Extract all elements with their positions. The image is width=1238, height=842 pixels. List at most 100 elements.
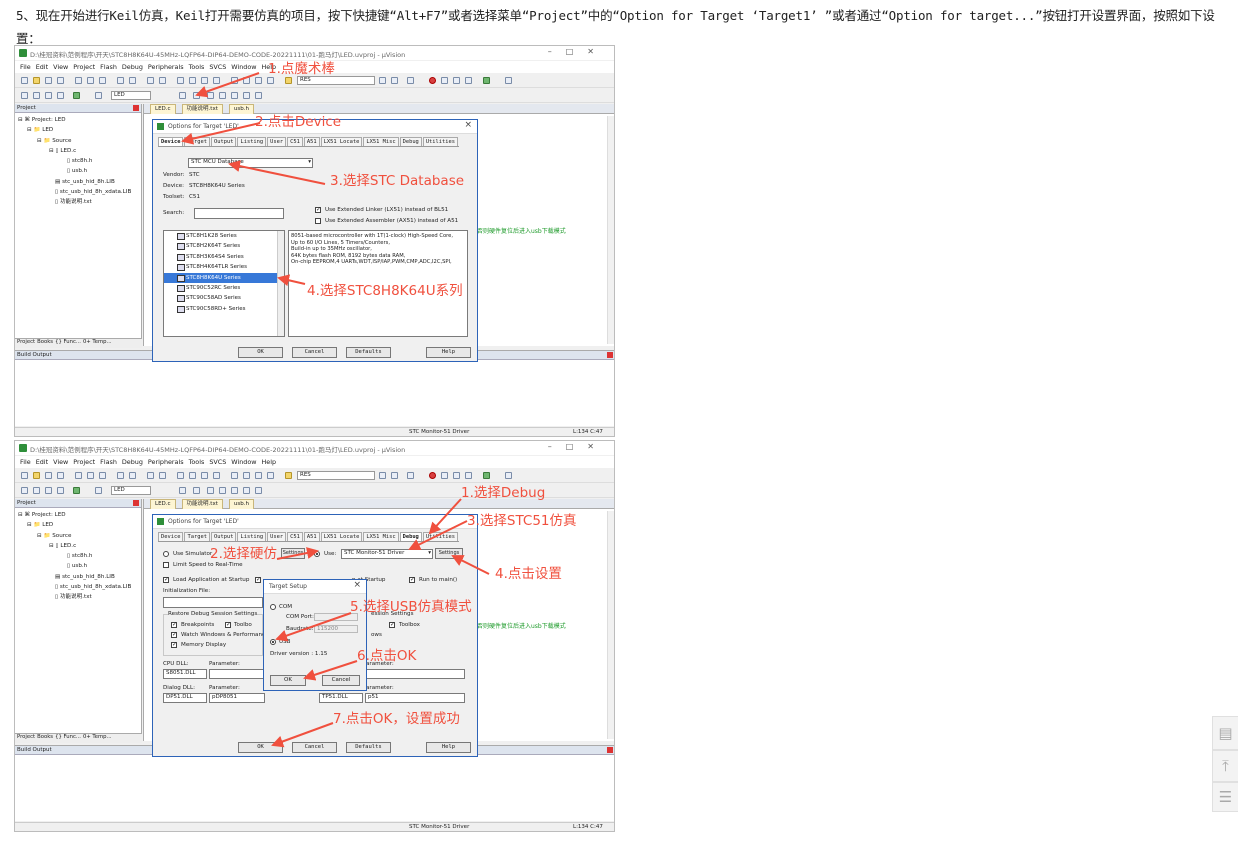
copy-icon[interactable]	[87, 77, 94, 84]
batch-build-icon[interactable]	[57, 92, 64, 99]
menu-peripherals[interactable]: Peripherals	[148, 458, 184, 466]
enable-breakpoints-icon[interactable]	[465, 472, 472, 479]
copy-icon[interactable]	[87, 472, 94, 479]
find-combo[interactable]: RES	[297, 471, 375, 480]
menu-flash[interactable]: Flash	[100, 458, 117, 466]
nav-forward-icon[interactable]	[159, 77, 166, 84]
indent-icon[interactable]	[231, 472, 238, 479]
new-file-icon[interactable]	[21, 77, 28, 84]
tab-lx51-misc[interactable]: LX51 Misc	[363, 532, 399, 541]
tree-item[interactable]: ⊟ ⌘ Project: LED	[15, 510, 141, 520]
close-icon[interactable]	[607, 352, 613, 358]
tab-books[interactable]: Books	[37, 339, 53, 345]
editor-tab-readme[interactable]: 功能说明.txt	[181, 499, 223, 509]
find-icon[interactable]	[379, 77, 386, 84]
tab-project[interactable]: Project	[17, 339, 35, 345]
open-folder-icon[interactable]	[33, 472, 40, 479]
tab-lx51-misc[interactable]: LX51 Misc	[363, 137, 399, 146]
tree-item[interactable]: ▯ usb.h	[15, 561, 141, 571]
comment-toggle-icon[interactable]	[255, 77, 262, 84]
nav-back-icon[interactable]	[147, 77, 154, 84]
bookmark-clear-icon[interactable]	[213, 77, 220, 84]
translate-icon[interactable]	[21, 487, 28, 494]
download-icon[interactable]	[73, 92, 80, 99]
bookmark-icon[interactable]	[177, 472, 184, 479]
undo-icon[interactable]	[117, 472, 124, 479]
usb-radio[interactable]	[270, 639, 276, 645]
file-extensions-icon[interactable]	[207, 487, 214, 494]
find-combo[interactable]: RES	[297, 76, 375, 85]
baudrate-select[interactable]: 115200	[314, 625, 358, 633]
tab-user[interactable]: User	[267, 532, 287, 541]
menu-help[interactable]: Help	[261, 458, 276, 466]
cpu-dll-input[interactable]: S8051.DLL	[163, 669, 207, 679]
watch-checkbox[interactable]: ✓	[171, 632, 177, 638]
rebuild-icon[interactable]	[45, 92, 52, 99]
tree-item[interactable]: ⊟ ▯ LED.c	[15, 541, 141, 551]
list-item-selected[interactable]: STC8H8K64U Series	[164, 272, 284, 284]
menu-debug[interactable]: Debug	[122, 63, 143, 71]
driver-settings-button[interactable]: Settings	[435, 548, 463, 559]
tp-dll-input[interactable]: TP51.DLL	[319, 693, 363, 703]
tab-a51[interactable]: A51	[303, 137, 320, 146]
tab-output[interactable]: Output	[210, 137, 237, 146]
tab-templates[interactable]: 0+ Temp...	[83, 339, 112, 345]
close-icon[interactable]	[133, 500, 139, 506]
list-item[interactable]: STC90C52RC Series	[164, 283, 284, 293]
tab-functions[interactable]: {} Func...	[55, 734, 81, 740]
search-input[interactable]	[194, 208, 284, 219]
pack-installer-icon[interactable]	[243, 92, 250, 99]
defaults-button[interactable]: Defaults	[346, 347, 391, 358]
list-item[interactable]: STC8H1K28 Series	[164, 231, 284, 241]
close-icon[interactable]: ×	[464, 119, 472, 132]
list-item[interactable]: STC90C58AD Series	[164, 293, 284, 303]
tree-item[interactable]: ⊟ ▯ LED.c	[15, 146, 141, 156]
find-icon[interactable]	[379, 472, 386, 479]
editor-scrollbar[interactable]	[607, 511, 614, 739]
run-to-main-checkbox[interactable]: ✓	[409, 577, 415, 583]
limit-speed-checkbox[interactable]	[163, 562, 169, 568]
tree-item[interactable]: ⊟ 📁 Source	[15, 136, 141, 146]
menu-edit[interactable]: Edit	[36, 458, 48, 466]
tab-target[interactable]: Target	[184, 137, 210, 146]
ok-button[interactable]: OK	[238, 742, 283, 753]
list-scrollbar[interactable]	[277, 231, 284, 336]
tree-item[interactable]: ▯ stc_usb_hid_8h_xdata.LIB	[15, 187, 141, 197]
save-icon[interactable]	[45, 77, 52, 84]
download-icon[interactable]	[73, 487, 80, 494]
breakpoints-checkbox[interactable]: ✓	[171, 622, 177, 628]
tab-utilities[interactable]: Utilities	[422, 532, 459, 541]
build-icon[interactable]	[33, 92, 40, 99]
editor-tab-usb-h[interactable]: usb.h	[228, 104, 254, 114]
list-item[interactable]: STC8H3K64S4 Series	[164, 252, 284, 262]
rte-icon[interactable]	[255, 92, 262, 99]
list-item[interactable]: STC90C58RD+ Series	[164, 304, 284, 314]
paste-icon[interactable]	[99, 77, 106, 84]
kill-breakpoints-icon[interactable]	[453, 472, 460, 479]
menu-edit[interactable]: Edit	[36, 63, 48, 71]
open-folder-icon[interactable]	[33, 77, 40, 84]
editor-tab-led-c[interactable]: LED.c	[150, 104, 176, 114]
cut-icon[interactable]	[75, 77, 82, 84]
stop-build-icon[interactable]	[95, 487, 102, 494]
pack-installer-icon[interactable]	[243, 487, 250, 494]
close-icon[interactable]: ×	[353, 579, 361, 592]
tree-item[interactable]: ⊟ 📁 LED	[15, 520, 141, 530]
cancel-button[interactable]: Cancel	[292, 347, 337, 358]
close-icon[interactable]	[607, 747, 613, 753]
editor-tab-usb-h[interactable]: usb.h	[228, 499, 254, 509]
unindent-icon[interactable]	[243, 77, 250, 84]
manage-components-icon[interactable]	[219, 92, 226, 99]
bookmark-clear-icon[interactable]	[213, 472, 220, 479]
save-all-icon[interactable]	[57, 472, 64, 479]
window-layout-icon[interactable]	[483, 77, 490, 84]
save-icon[interactable]	[45, 472, 52, 479]
tab-device[interactable]: Device	[158, 532, 184, 541]
bookmark-icon[interactable]	[177, 77, 184, 84]
menu-debug[interactable]: Debug	[122, 458, 143, 466]
tree-item[interactable]: ▯ usb.h	[15, 166, 141, 176]
file-extensions-icon[interactable]	[207, 92, 214, 99]
lx51-checkbox[interactable]: ✓	[315, 207, 321, 213]
cut-icon[interactable]	[75, 472, 82, 479]
window-controls[interactable]: –□✕	[548, 47, 608, 56]
